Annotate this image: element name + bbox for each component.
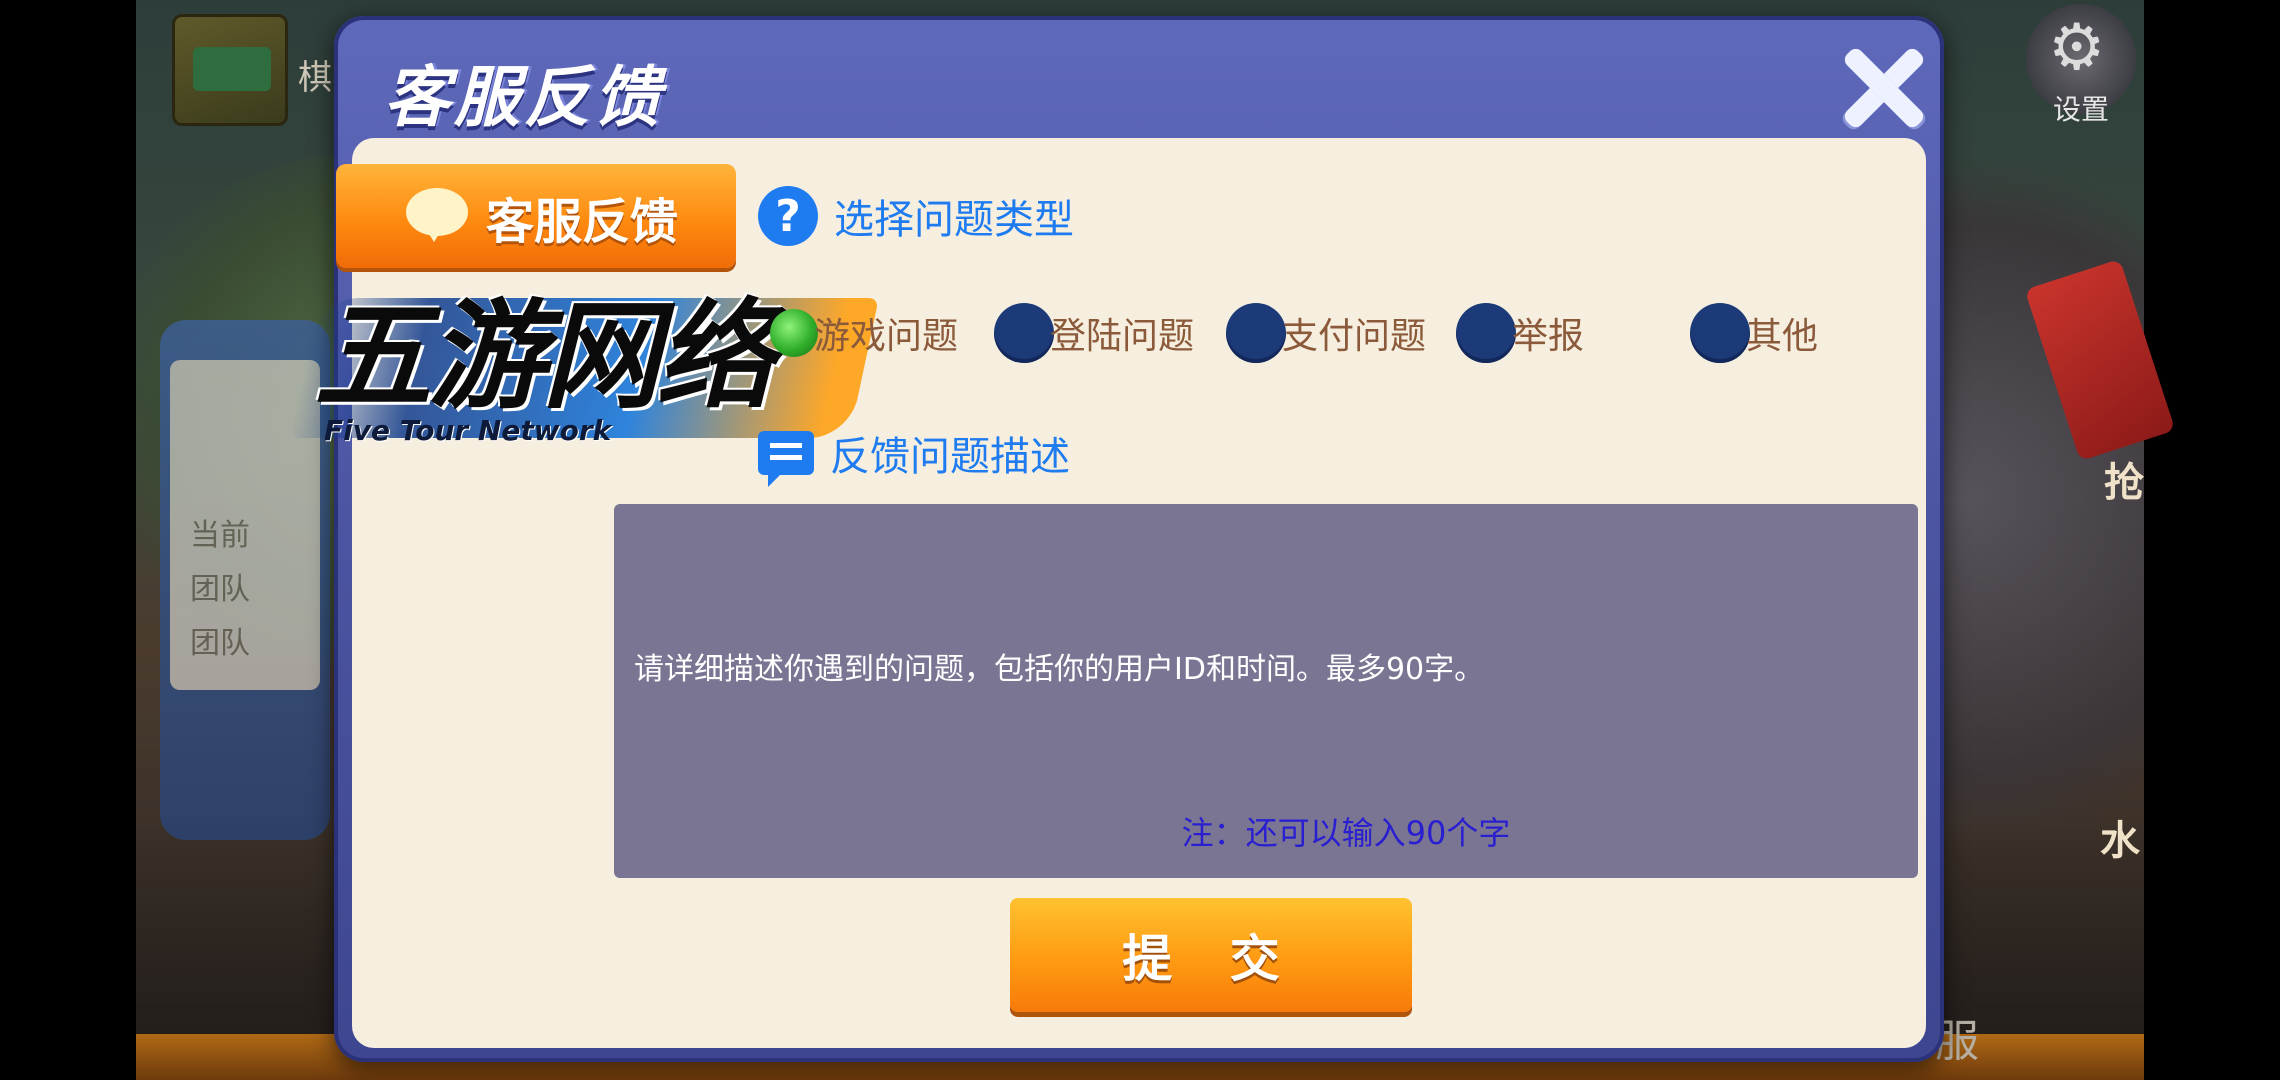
- radio-icon[interactable]: [994, 303, 1054, 363]
- option-label: 举报: [1512, 316, 1585, 357]
- team-info-line: 团队: [190, 572, 250, 607]
- submit-button[interactable]: 提 交: [1010, 898, 1412, 1012]
- option-game-problem[interactable]: 游戏问题: [758, 298, 958, 368]
- radio-icon[interactable]: [1456, 303, 1516, 363]
- tab-customer-feedback[interactable]: 客服反馈: [336, 164, 736, 268]
- watermark-subtext: Five Tour Network: [324, 414, 612, 447]
- settings-label: 设置: [2052, 93, 2109, 126]
- gear-icon: ⚙: [2048, 11, 2106, 85]
- game-mode-thumbnail[interactable]: [172, 14, 288, 126]
- description-header: 反馈问题描述: [758, 424, 1070, 487]
- problem-type-title: 选择问题类型: [834, 197, 1074, 243]
- option-login-problem[interactable]: 登陆问题: [994, 298, 1194, 368]
- option-label: 支付问题: [1282, 316, 1427, 357]
- description-box: 注：还可以输入90个字: [614, 504, 1918, 878]
- option-other[interactable]: 其他: [1690, 298, 1818, 368]
- option-label: 登陆问题: [1050, 316, 1195, 357]
- water-label: 水: [2100, 818, 2140, 864]
- watermark-text: 五游网络: [314, 287, 774, 425]
- close-button[interactable]: [1834, 40, 1930, 136]
- submit-label: 提 交: [1122, 930, 1300, 988]
- option-label: 其他: [1746, 316, 1819, 357]
- radio-icon[interactable]: [1226, 303, 1286, 363]
- question-icon: ?: [758, 186, 818, 246]
- dialog-content: 客服反馈 五游网络 Five Tour Network ? 选择问题类型 游戏问…: [289, 138, 1926, 1048]
- game-mode-label: 棋: [298, 58, 332, 98]
- feedback-dialog: 客服反馈 客服反馈 五游网络 Five Tour Network ? 选择问题类…: [289, 16, 1944, 1062]
- option-payment-problem[interactable]: 支付问题: [1226, 298, 1426, 368]
- radio-selected-icon[interactable]: [770, 309, 818, 357]
- tab-label: 客服反馈: [486, 194, 679, 250]
- settings-button[interactable]: ⚙ 设置: [2026, 4, 2136, 126]
- char-count-note: 注：还可以输入90个字: [1181, 814, 1511, 852]
- chat-bubble-icon: [406, 188, 468, 242]
- option-label: 游戏问题: [814, 316, 959, 357]
- grab-label: 抢: [2104, 460, 2144, 506]
- problem-type-options: 游戏问题 登陆问题 支付问题 举报 其他: [758, 298, 1878, 368]
- team-info-line: 当前: [190, 518, 250, 553]
- team-info-line: 团队: [190, 626, 250, 661]
- option-report[interactable]: 举报: [1456, 298, 1584, 368]
- radio-icon[interactable]: [1690, 303, 1750, 363]
- description-input[interactable]: [632, 504, 1902, 804]
- dialog-title: 客服反馈: [384, 59, 664, 136]
- description-title: 反馈问题描述: [830, 434, 1070, 480]
- problem-type-header: ? 选择问题类型: [758, 186, 1074, 246]
- message-icon: [758, 431, 814, 487]
